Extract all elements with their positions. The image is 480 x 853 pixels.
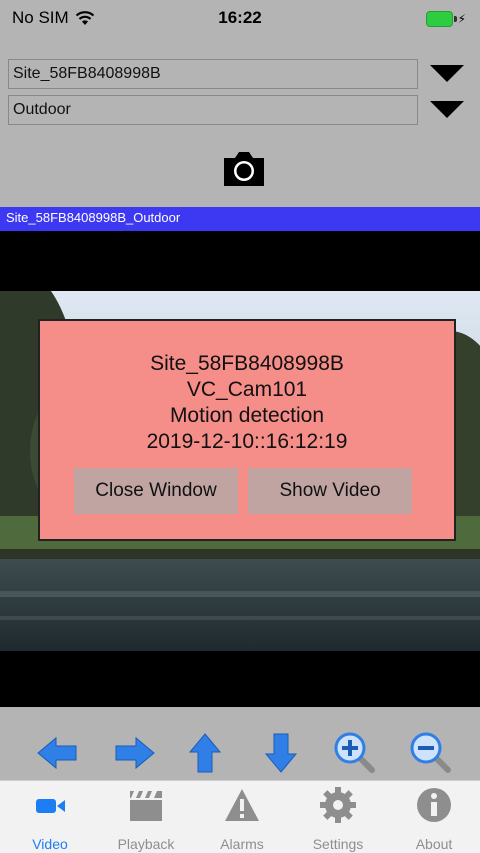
site-select[interactable]: Site_58FB8408998B (8, 59, 474, 91)
warning-icon (225, 789, 259, 821)
tab-bar: Video Playback Alarms Settings About (0, 780, 480, 853)
tab-video-label: Video (32, 836, 68, 852)
location-select[interactable]: Outdoor (8, 95, 474, 127)
location-select-value[interactable]: Outdoor (8, 95, 418, 125)
zoom-in-icon[interactable] (332, 730, 378, 776)
alert-camera: VC_Cam101 (186, 378, 308, 401)
tab-settings-label: Settings (312, 836, 364, 852)
status-bar: No SIM 16:22 ⚡ (0, 0, 480, 40)
tab-alarms[interactable]: Alarms (194, 781, 290, 853)
show-video-button[interactable]: Show Video (248, 468, 412, 514)
close-window-button[interactable]: Close Window (74, 468, 238, 514)
arrow-left-icon[interactable] (34, 730, 80, 776)
alert-event: Motion detection (169, 404, 325, 427)
info-icon (417, 788, 451, 822)
battery-icon: ⚡ (426, 10, 466, 28)
tab-alarms-label: Alarms (220, 836, 264, 852)
zoom-out-icon[interactable] (408, 730, 454, 776)
tab-playback-label: Playback (117, 836, 175, 852)
site-select-value[interactable]: Site_58FB8408998B (8, 59, 418, 89)
clapperboard-icon (130, 791, 162, 821)
motion-alert-dialog: Site_58FB8408998B VC_Cam101 Motion detec… (38, 319, 456, 541)
tab-settings[interactable]: Settings (290, 781, 386, 853)
camera-title-bar: Site_58FB8408998B_Outdoor (0, 207, 480, 231)
camera-snapshot-icon[interactable] (221, 148, 267, 188)
arrow-right-icon[interactable] (112, 730, 158, 776)
arrow-down-icon[interactable] (258, 730, 304, 776)
site-dropdown-arrow-icon[interactable] (430, 65, 464, 82)
alert-site: Site_58FB8408998B (150, 352, 344, 375)
ptz-controls (0, 708, 480, 782)
video-camera-icon (36, 799, 65, 813)
tab-about[interactable]: About (386, 781, 480, 853)
gear-icon (320, 787, 356, 823)
alert-timestamp: 2019-12-10::16:12:19 (146, 430, 348, 453)
tab-video[interactable]: Video (2, 781, 98, 853)
tab-about-label: About (415, 836, 453, 852)
arrow-up-icon[interactable] (182, 730, 228, 776)
tab-playback[interactable]: Playback (98, 781, 194, 853)
clock: 16:22 (218, 8, 262, 27)
location-dropdown-arrow-icon[interactable] (430, 101, 464, 118)
